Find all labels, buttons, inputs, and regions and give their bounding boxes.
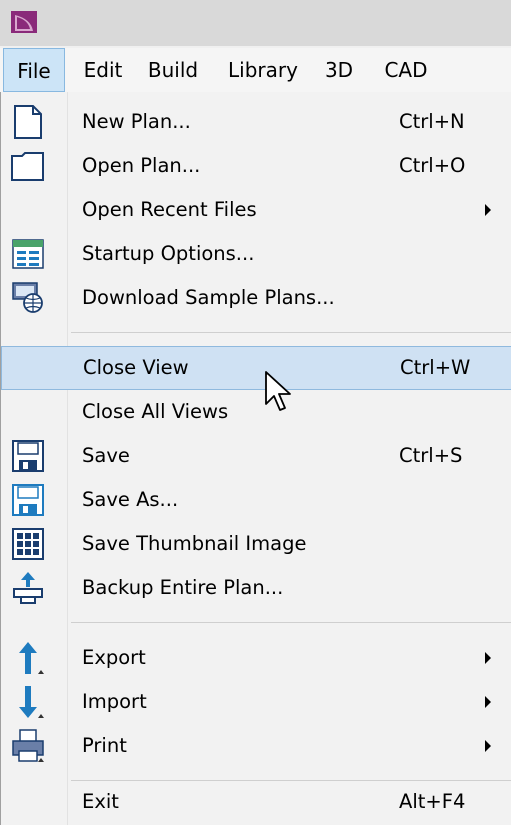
- menu-item-label: Save As...: [82, 488, 179, 511]
- shortcut-label: Ctrl+S: [399, 444, 463, 467]
- menu-item-label: Open Recent Files: [82, 198, 257, 221]
- menu-item-open-recent-files[interactable]: Open Recent Files: [1, 188, 511, 232]
- menu-item-save-as[interactable]: Save As...: [1, 478, 511, 522]
- title-bar: [0, 0, 511, 46]
- menu-cad[interactable]: CAD: [372, 48, 440, 92]
- menu-item-close-view[interactable]: Close View Ctrl+W: [1, 346, 511, 390]
- menu-library[interactable]: Library: [218, 48, 308, 92]
- menu-item-label: Export: [82, 646, 146, 669]
- submenu-arrow-icon: [485, 696, 491, 708]
- menu-item-startup-options[interactable]: Startup Options...: [1, 232, 511, 276]
- menu-item-open-plan[interactable]: Open Plan... Ctrl+O: [1, 144, 511, 188]
- menu-item-download-sample-plans[interactable]: Download Sample Plans...: [1, 276, 511, 320]
- new-plan-icon: [14, 105, 42, 139]
- save-as-icon: [12, 484, 44, 516]
- menu-item-new-plan[interactable]: New Plan... Ctrl+N: [1, 100, 511, 144]
- menu-item-save[interactable]: Save Ctrl+S: [1, 434, 511, 478]
- menu-item-close-all-views[interactable]: Close All Views: [1, 390, 511, 434]
- open-plan-icon: [11, 152, 44, 181]
- menu-item-print[interactable]: Print: [1, 724, 511, 768]
- app-logo-icon: [11, 11, 37, 33]
- menu-item-backup-entire-plan[interactable]: Backup Entire Plan...: [1, 566, 511, 610]
- printer-icon: [12, 729, 44, 762]
- startup-options-icon: [12, 239, 44, 269]
- shortcut-label: Ctrl+N: [399, 110, 465, 133]
- menu-item-export[interactable]: Export: [1, 636, 511, 680]
- menu-item-label: Open Plan...: [82, 154, 201, 177]
- menu-item-label: Backup Entire Plan...: [82, 576, 284, 599]
- menu-file[interactable]: File: [3, 48, 65, 92]
- menu-bar: File Edit Build Library 3D CAD: [0, 48, 511, 93]
- submenu-arrow-icon: [485, 204, 491, 216]
- menu-item-label: Close View: [83, 356, 189, 379]
- export-icon: [19, 642, 44, 674]
- submenu-arrow-icon: [485, 652, 491, 664]
- menu-separator: [71, 332, 511, 333]
- menu-3d[interactable]: 3D: [316, 48, 362, 92]
- menu-item-label: New Plan...: [82, 110, 191, 133]
- menu-item-label: Startup Options...: [82, 242, 255, 265]
- submenu-arrow-icon: [485, 740, 491, 752]
- menu-item-save-thumbnail-image[interactable]: Save Thumbnail Image: [1, 522, 511, 566]
- backup-icon: [13, 572, 43, 604]
- mouse-cursor-icon: [265, 371, 291, 411]
- menu-edit[interactable]: Edit: [76, 48, 130, 92]
- shortcut-label: Ctrl+O: [399, 154, 466, 177]
- thumbnail-icon: [12, 528, 44, 560]
- file-menu-dropdown: New Plan... Ctrl+N Open Plan... Ctrl+O O…: [0, 92, 511, 825]
- save-icon: [12, 440, 44, 472]
- menu-item-label: Exit: [82, 790, 119, 813]
- menu-item-label: Print: [82, 734, 127, 757]
- menu-item-label: Save: [82, 444, 130, 467]
- menu-item-exit[interactable]: Exit Alt+F4: [1, 780, 511, 824]
- menu-item-label: Save Thumbnail Image: [82, 532, 307, 555]
- menu-item-label: Download Sample Plans...: [82, 286, 335, 309]
- shortcut-label: Alt+F4: [399, 790, 466, 813]
- menu-item-import[interactable]: Import: [1, 680, 511, 724]
- download-sample-plans-icon: [12, 282, 43, 313]
- shortcut-label: Ctrl+W: [400, 356, 471, 379]
- menu-item-label: Close All Views: [82, 400, 229, 423]
- menu-separator: [71, 622, 511, 623]
- menu-build[interactable]: Build: [138, 48, 208, 92]
- menu-item-label: Import: [82, 690, 147, 713]
- import-icon: [19, 686, 44, 718]
